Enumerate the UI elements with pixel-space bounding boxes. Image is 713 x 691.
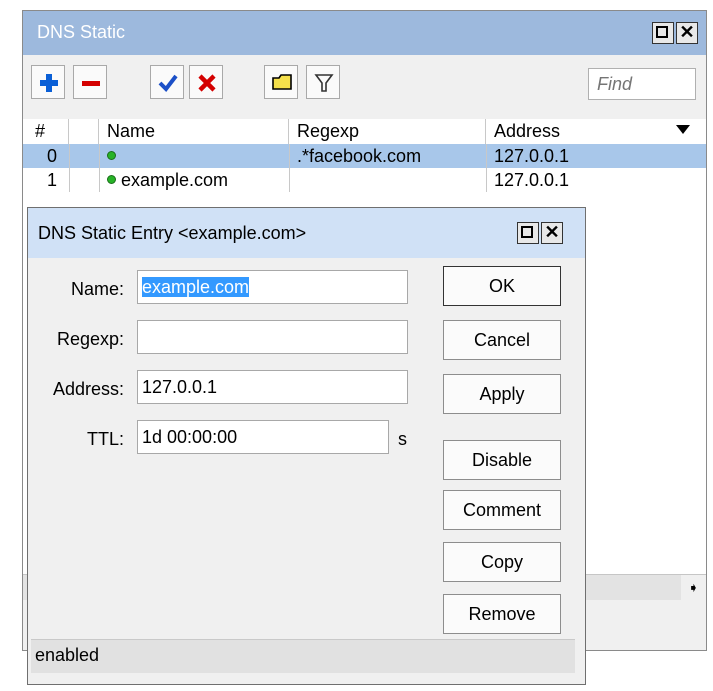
disable-button[interactable]: Disable (443, 440, 561, 480)
dns-static-entry-dialog: DNS Static Entry <example.com> ✕ Name: e… (27, 207, 586, 685)
col-header-regexp[interactable]: Regexp (289, 119, 486, 144)
close-icon[interactable]: ✕ (541, 222, 563, 244)
scroll-right-icon[interactable]: ➧ (681, 575, 706, 600)
regexp-field[interactable] (137, 320, 408, 354)
name-value[interactable]: example.com (142, 277, 250, 297)
row-name-cell (99, 144, 289, 168)
status-dot-icon (107, 174, 116, 184)
row-regexp (289, 168, 486, 192)
name-field[interactable]: example.com (137, 270, 408, 304)
filter-button[interactable] (306, 65, 340, 99)
copy-button[interactable]: Copy (443, 542, 561, 582)
dialog-status-bar: enabled (28, 635, 585, 684)
address-label: Address: (52, 379, 124, 399)
dialog-title: DNS Static Entry <example.com> (38, 223, 307, 243)
col-header-name[interactable]: Name (99, 119, 289, 144)
ttl-field[interactable] (137, 420, 389, 454)
status-text: enabled (31, 639, 575, 673)
col-header-num[interactable]: # (23, 119, 69, 144)
address-input[interactable] (138, 371, 407, 403)
filter-icon (314, 74, 334, 92)
ttl-label: TTL: (86, 429, 124, 449)
find-input[interactable] (589, 69, 695, 99)
ttl-input[interactable] (138, 421, 388, 453)
col-header-address[interactable]: Address (486, 119, 661, 144)
regexp-input[interactable] (138, 321, 407, 353)
table-row[interactable]: 0 .*facebook.com 127.0.0.1 (23, 144, 706, 168)
apply-button[interactable]: Apply (443, 374, 561, 414)
dns-static-titlebar[interactable]: DNS Static ✕ (23, 11, 706, 55)
column-divider (289, 144, 290, 192)
column-divider (99, 144, 100, 192)
column-menu-icon[interactable] (676, 125, 690, 134)
row-address: 127.0.0.1 (494, 170, 570, 190)
ok-button[interactable]: OK (443, 266, 561, 306)
regexp-label: Regexp: (56, 329, 124, 349)
add-button[interactable] (31, 65, 65, 99)
check-icon (158, 74, 178, 93)
x-icon (198, 74, 216, 92)
name-label: Name: (70, 279, 124, 299)
comment-button[interactable] (264, 65, 298, 99)
column-divider (486, 144, 487, 192)
row-address: 127.0.0.1 (494, 146, 570, 166)
row-number: 1 (46, 170, 57, 190)
remove-button[interactable]: Remove (443, 594, 561, 634)
maximize-icon[interactable] (652, 22, 674, 44)
remove-button[interactable] (73, 65, 107, 99)
comment-icon (272, 74, 292, 90)
comment-button[interactable]: Comment (443, 490, 561, 530)
plus-icon (40, 74, 58, 92)
address-field[interactable] (137, 370, 408, 404)
row-name-cell: example.com (99, 168, 289, 192)
dialog-titlebar[interactable]: DNS Static Entry <example.com> ✕ (28, 208, 585, 258)
row-regexp: .*facebook.com (297, 146, 422, 166)
ttl-unit: s (398, 429, 407, 449)
column-divider (69, 144, 70, 192)
minus-icon (82, 81, 100, 86)
cancel-button[interactable]: Cancel (443, 320, 561, 360)
find-field[interactable] (588, 68, 696, 100)
status-dot-icon (107, 150, 116, 160)
row-name: example.com (121, 170, 229, 190)
close-icon[interactable]: ✕ (676, 22, 698, 44)
disable-button[interactable] (189, 65, 223, 99)
maximize-icon[interactable] (517, 222, 539, 244)
toolbar (23, 55, 706, 119)
table-header: # Name Regexp Address (23, 119, 706, 145)
table-row[interactable]: 1 example.com 127.0.0.1 (23, 168, 706, 192)
row-number: 0 (46, 146, 57, 166)
enable-button[interactable] (150, 65, 184, 99)
col-header-flags[interactable] (69, 119, 99, 144)
window-title: DNS Static (37, 22, 126, 42)
